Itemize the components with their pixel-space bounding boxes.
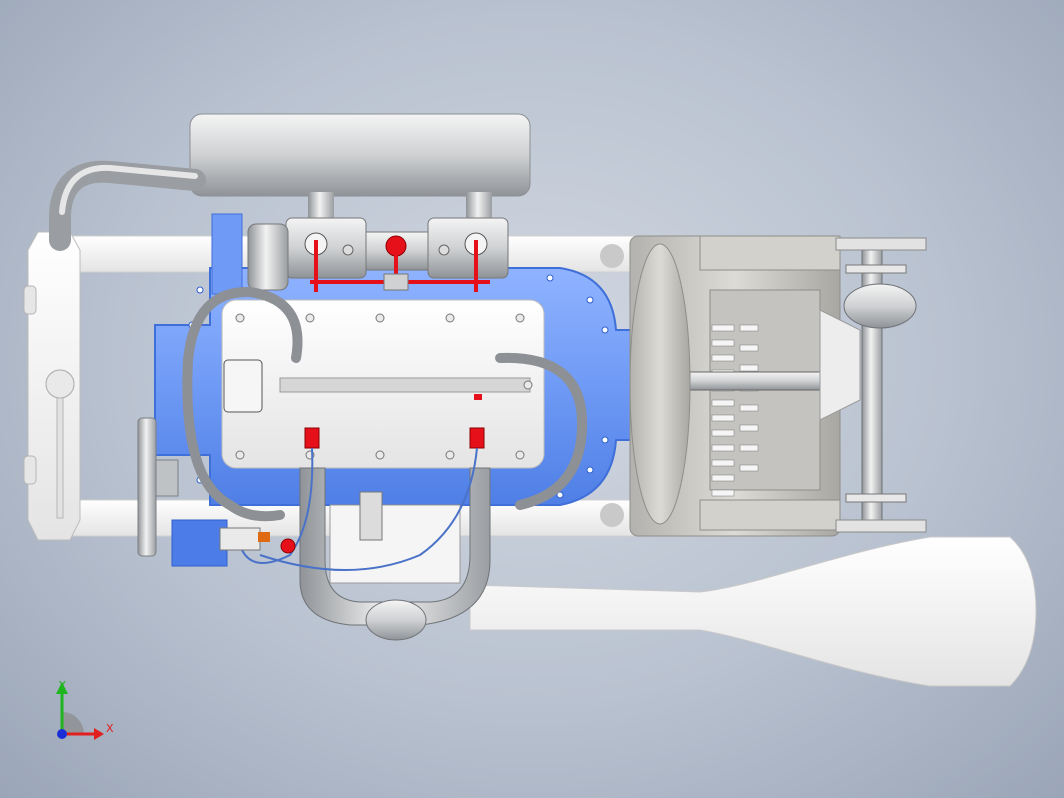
coordinate-triad: Y X [56,679,114,740]
rail-hole [600,503,624,527]
head-window [223,359,263,413]
exhaust-bracket-block [359,491,383,541]
axle-flange-top [835,237,927,251]
cad-viewport[interactable]: Y X [0,0,1064,798]
fuel-tank[interactable] [189,113,531,197]
y-axis-label: Y [58,679,66,692]
carb-screw [342,244,354,256]
head-red-marker [474,394,482,400]
bevel-gear[interactable] [843,283,917,329]
starter-housing[interactable] [247,223,289,291]
axle-collar [845,493,907,503]
x-axis-label: X [106,722,114,735]
axle-collar [845,264,907,274]
end-plate-slot [56,397,64,519]
block-lower-panel [171,519,228,567]
fuel-pipe[interactable] [49,160,206,251]
engine-assembly-model[interactable] [0,0,1064,798]
exhaust-flange[interactable] [365,599,427,641]
gear-hub [155,459,179,497]
axle-flange-bottom [835,519,927,533]
exhaust-bracket [329,504,461,584]
red-connector[interactable] [280,538,296,554]
block-side-panel [211,213,243,295]
rail-hole [600,244,624,268]
orange-connector[interactable] [258,532,270,542]
throttle-red-knob[interactable] [385,235,407,257]
propeller-blade[interactable] [469,536,1037,687]
carb-screw [438,244,450,256]
end-plate-tab [23,455,37,485]
drive-drum[interactable] [629,243,691,525]
end-plate-tab [23,285,37,315]
bevel-cone [819,309,861,421]
z-axis-dot [57,729,67,739]
flywheel-gear[interactable] [137,417,157,557]
ignition-module[interactable] [219,527,261,551]
gearbox-cover [699,235,841,271]
x-axis-head [94,728,104,740]
linkage-block [383,273,409,291]
end-plate-boss [45,369,75,399]
gearbox-lower-cover [699,499,841,531]
head-shaft [279,377,531,393]
